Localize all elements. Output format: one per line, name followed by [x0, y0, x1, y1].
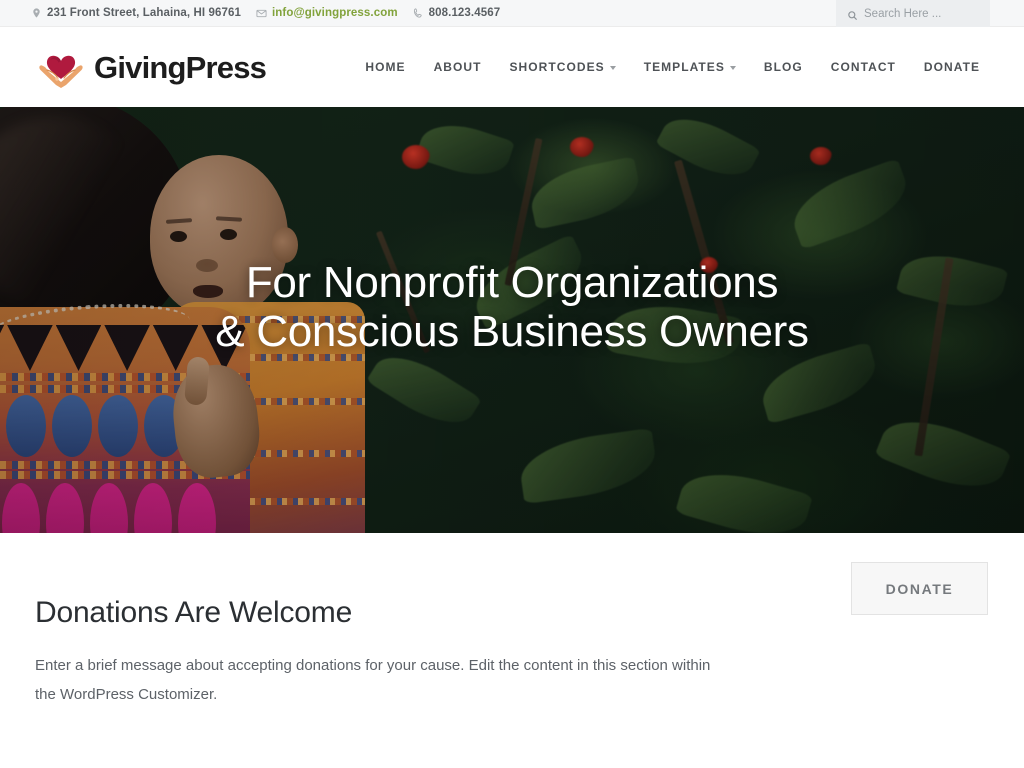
nav-item-home[interactable]: HOME — [351, 60, 419, 74]
hero-headline: For Nonprofit Organizations & Conscious … — [0, 258, 1024, 357]
donation-section: Donations Are Welcome Enter a brief mess… — [0, 533, 1024, 768]
nav-label: CONTACT — [830, 60, 896, 74]
address-text: 231 Front Street, Lahaina, HI 96761 — [47, 7, 241, 19]
search-box[interactable] — [836, 0, 990, 27]
hero-headline-line-1: For Nonprofit Organizations — [245, 258, 779, 307]
hero-banner: For Nonprofit Organizations & Conscious … — [0, 107, 1024, 533]
search-input[interactable] — [864, 7, 982, 20]
chevron-down-icon — [729, 66, 736, 70]
email-link[interactable]: info@givingpress.com — [272, 7, 398, 19]
nav-label: DONATE — [923, 60, 980, 74]
nav-label: TEMPLATES — [643, 60, 725, 74]
nav-label: BLOG — [763, 60, 803, 74]
nav-item-shortcodes[interactable]: SHORTCODES — [496, 60, 630, 74]
hero-headline-line-2: & Conscious Business Owners — [215, 306, 809, 356]
nav-item-contact[interactable]: CONTACT — [817, 60, 910, 74]
site-branding[interactable]: GivingPress — [35, 44, 267, 90]
phone-item: 808.123.4567 — [413, 7, 501, 19]
phone-text: 808.123.4567 — [428, 7, 501, 19]
chevron-down-icon — [609, 66, 616, 70]
phone-icon — [413, 7, 424, 19]
nav-label: ABOUT — [433, 60, 482, 74]
donation-title: Donations Are Welcome — [35, 596, 353, 629]
contact-info-group: 231 Front Street, Lahaina, HI 96761 info… — [31, 7, 500, 19]
map-pin-icon — [31, 7, 42, 19]
nav-item-about[interactable]: ABOUT — [420, 60, 496, 74]
nav-item-templates[interactable]: TEMPLATES — [630, 60, 750, 74]
top-utility-bar: 231 Front Street, Lahaina, HI 96761 info… — [0, 0, 1024, 27]
donation-body-text: Enter a brief message about accepting do… — [35, 657, 711, 704]
nav-label: HOME — [365, 60, 406, 74]
heart-in-hands-icon — [35, 44, 87, 90]
email-item[interactable]: info@givingpress.com — [256, 7, 398, 19]
donate-button[interactable]: DONATE — [851, 562, 988, 615]
site-title[interactable]: GivingPress — [94, 52, 267, 83]
address-item: 231 Front Street, Lahaina, HI 96761 — [31, 7, 241, 19]
search-icon — [847, 8, 858, 21]
site-header: GivingPress HOME ABOUT SHORTCODES TEMPLA… — [0, 27, 1024, 107]
primary-navigation: HOME ABOUT SHORTCODES TEMPLATES BLOG CON… — [351, 60, 994, 74]
nav-item-donate[interactable]: DONATE — [910, 60, 994, 74]
nav-item-blog[interactable]: BLOG — [750, 60, 817, 74]
envelope-icon — [256, 7, 267, 19]
nav-label: SHORTCODES — [509, 60, 605, 74]
